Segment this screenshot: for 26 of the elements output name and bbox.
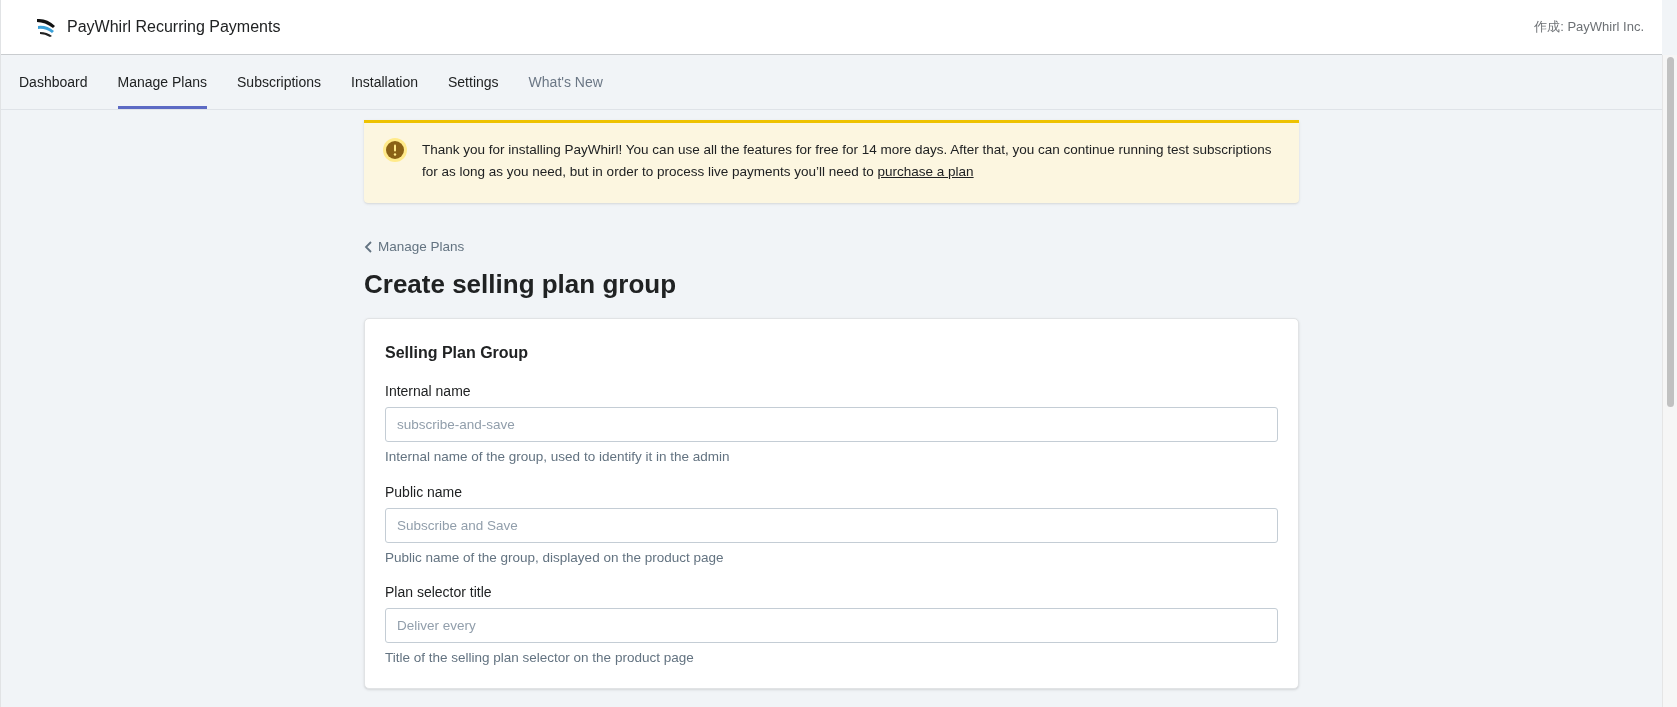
chevron-left-icon <box>364 241 374 254</box>
text-input[interactable]: Deliver every <box>385 607 1278 643</box>
banner-message: Thank you for installing PayWhirl! You can use all the features for free for 14 more days. After that, you can continue running test subscriptions for as long as you need, but in order to process live payments you’ll need to purchase a plan <box>422 141 1273 181</box>
app-title: PayWhirl Recurring Payments <box>67 17 281 37</box>
back-link[interactable]: Manage Plans <box>364 237 465 258</box>
help-text: Public name of the group, displayed on the product page <box>385 548 725 567</box>
purchase-plan-link[interactable]: purchase a plan <box>877 164 974 179</box>
help-text: Title of the selling plan selector on the product page <box>385 648 695 667</box>
logo-icon <box>35 16 57 38</box>
scrollbar[interactable] <box>1662 55 1677 707</box>
warning-icon <box>382 137 408 163</box>
nav-tab[interactable]: What's New <box>528 55 603 109</box>
help-text: Internal name of the group, used to identify it in the admin <box>385 448 731 467</box>
nav-tab[interactable]: Settings <box>448 55 499 109</box>
nav-tab[interactable]: Installation <box>351 55 418 109</box>
text-input[interactable]: Subscribe and Save <box>385 507 1278 543</box>
nav-tab[interactable]: Subscriptions <box>237 55 322 109</box>
nav-tab[interactable]: Dashboard <box>19 55 88 109</box>
text-input[interactable]: subscribe-and-save <box>385 407 1278 443</box>
field-label: Plan selector title <box>385 582 493 602</box>
author-text: 作成: PayWhirl Inc. <box>1534 18 1644 37</box>
field-label: Public name <box>385 482 464 502</box>
nav-tab[interactable]: Manage Plans <box>117 55 207 109</box>
field-label: Internal name <box>385 382 472 402</box>
page-title: Create selling plan group <box>364 268 678 302</box>
card-title: Selling Plan Group <box>385 343 530 364</box>
